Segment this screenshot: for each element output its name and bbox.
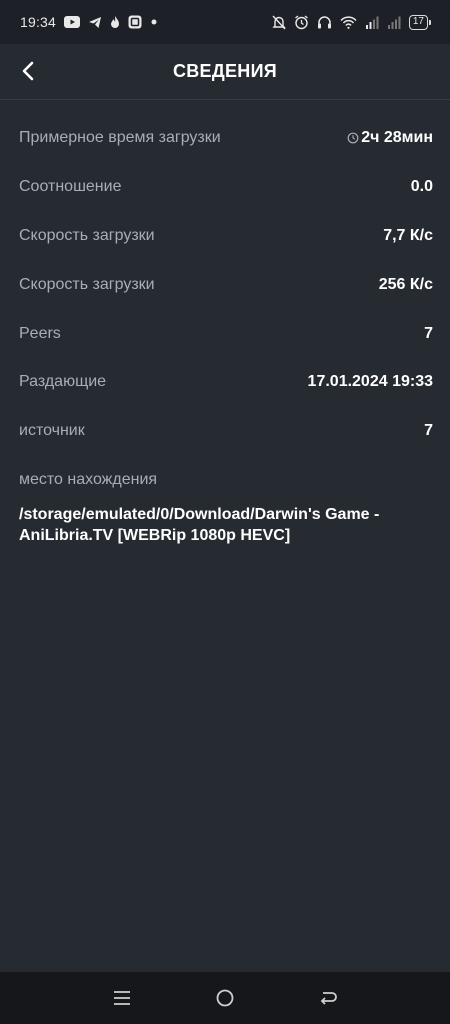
menu-icon <box>113 990 131 1006</box>
dot-icon <box>150 18 158 26</box>
system-nav-bar <box>0 972 450 1024</box>
alarm-icon <box>294 14 309 30</box>
detail-label: Примерное время загрузки <box>19 129 221 147</box>
detail-label: Peers <box>19 324 61 342</box>
back-button[interactable] <box>14 56 42 86</box>
clock-icon <box>347 132 359 144</box>
flame-icon <box>110 15 120 29</box>
detail-row-download-speed: Скорость загрузки 7,7 К/с <box>19 212 433 261</box>
telegram-icon <box>88 16 102 29</box>
notifications-off-icon <box>272 15 286 30</box>
app-header: СВЕДЕНИЯ <box>0 44 450 100</box>
detail-value: 7 <box>424 422 433 440</box>
page-title: СВЕДЕНИЯ <box>172 61 278 81</box>
status-time: 19:34 <box>20 14 57 30</box>
system-back-button[interactable] <box>308 978 348 1018</box>
home-icon <box>215 988 235 1008</box>
detail-row-upload-speed: Скорость загрузки 256 К/с <box>19 260 433 309</box>
signal-icon <box>365 16 379 29</box>
detail-value: 7 <box>424 324 433 342</box>
status-bar: 19:34 17 <box>0 0 450 44</box>
detail-row-seeds: Раздающие 17.01.2024 19:33 <box>19 358 433 407</box>
wifi-icon <box>340 15 357 29</box>
detail-row-source: источник 7 <box>19 407 433 456</box>
detail-value: 7,7 К/с <box>383 226 433 244</box>
detail-label: Скорость загрузки <box>19 275 155 293</box>
detail-label: Раздающие <box>19 373 107 391</box>
detail-value: 2ч 28мин <box>347 129 433 147</box>
location-label: место нахождения <box>19 470 158 488</box>
detail-row-eta: Примерное время загрузки 2ч 28мин <box>19 114 433 163</box>
detail-value: 256 К/с <box>378 275 433 293</box>
chevron-left-icon <box>21 61 35 81</box>
detail-value: 17.01.2024 19:33 <box>307 373 433 391</box>
detail-label: источник <box>19 422 85 440</box>
detail-value: 0.0 <box>410 178 433 196</box>
recents-button[interactable] <box>102 978 142 1018</box>
detail-label: Соотношение <box>19 178 122 196</box>
home-button[interactable] <box>205 978 245 1018</box>
signal-icon <box>387 16 401 29</box>
detail-row-peers: Peers 7 <box>19 309 433 358</box>
headphones-icon <box>317 15 332 29</box>
detail-row-ratio: Соотношение 0.0 <box>19 163 433 212</box>
detail-label: Скорость загрузки <box>19 226 155 244</box>
details-list: Примерное время загрузки 2ч 28мин Соотно… <box>0 114 450 546</box>
app-icon <box>128 15 142 29</box>
back-icon <box>319 990 338 1006</box>
battery-icon: 17 <box>408 14 432 30</box>
detail-row-location: место нахождения <box>19 456 433 504</box>
youtube-icon <box>64 16 81 28</box>
location-path[interactable]: /storage/emulated/0/Download/Darwin's Ga… <box>19 504 433 546</box>
eta-value: 2ч 28мин <box>361 129 433 147</box>
